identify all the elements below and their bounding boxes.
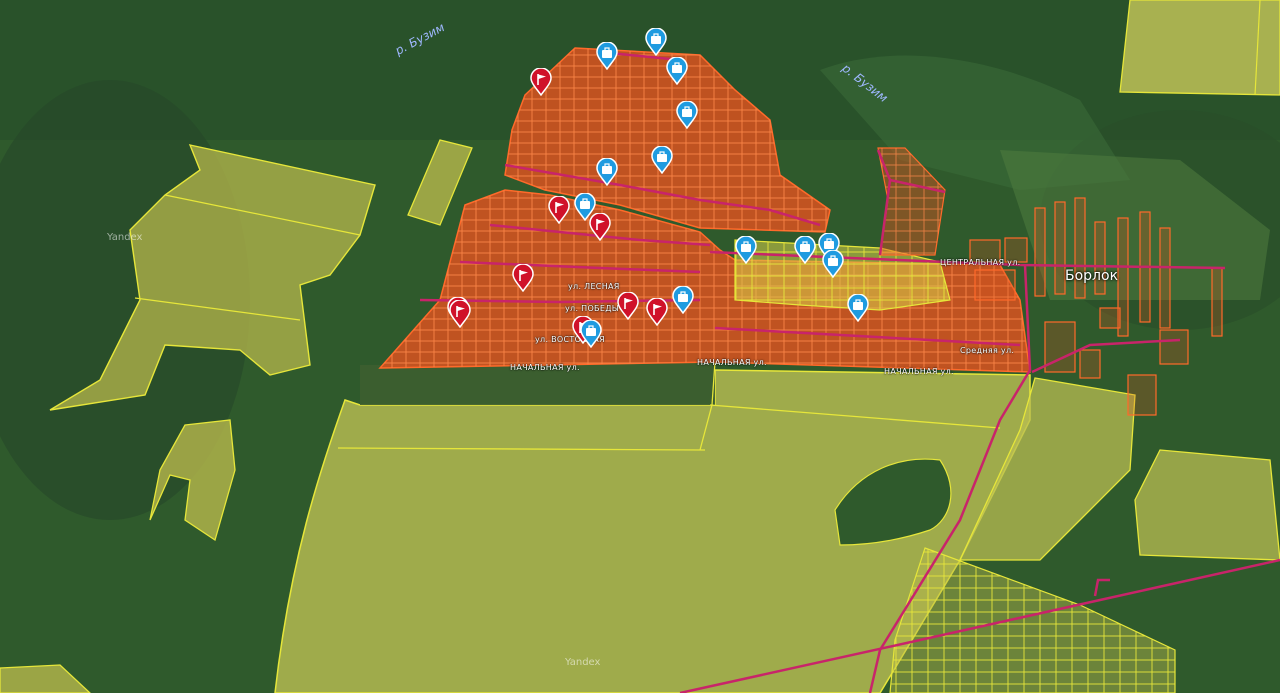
map-layers — [0, 0, 1280, 693]
briefcase-marker[interactable] — [666, 57, 688, 85]
briefcase-marker[interactable] — [580, 320, 602, 348]
briefcase-marker[interactable] — [651, 146, 673, 174]
flag-marker[interactable] — [617, 292, 639, 320]
briefcase-marker[interactable] — [822, 250, 844, 278]
briefcase-marker[interactable] — [574, 193, 596, 221]
flag-marker[interactable] — [530, 68, 552, 96]
briefcase-marker[interactable] — [672, 286, 694, 314]
street-label: ул. ПОБЕДЫ — [565, 304, 620, 313]
briefcase-marker[interactable] — [847, 294, 869, 322]
briefcase-marker[interactable] — [645, 28, 667, 56]
briefcase-marker[interactable] — [596, 158, 618, 186]
map-canvas[interactable]: р. Бузим р. Бузим Борлок НАЧАЛЬНАЯ ул. Н… — [0, 0, 1280, 693]
street-label: ЦЕНТРАЛЬНАЯ ул. — [940, 258, 1021, 267]
watermark: Yandex — [107, 232, 143, 243]
briefcase-marker[interactable] — [596, 42, 618, 70]
flag-marker[interactable] — [646, 298, 668, 326]
watermark: Yandex — [565, 657, 601, 668]
field-east-2 — [1134, 449, 1280, 561]
street-label: НАЧАЛЬНАЯ ул. — [884, 367, 954, 376]
flag-marker[interactable] — [512, 264, 534, 292]
street-label: Средняя ул. — [960, 346, 1015, 355]
street-label: НАЧАЛЬНАЯ ул. — [510, 363, 580, 372]
briefcase-marker[interactable] — [676, 101, 698, 129]
flag-marker[interactable] — [548, 196, 570, 224]
briefcase-marker[interactable] — [794, 236, 816, 264]
settlement-label: Борлок — [1065, 268, 1119, 284]
briefcase-marker[interactable] — [735, 236, 757, 264]
street-label: НАЧАЛЬНАЯ ул. — [697, 358, 767, 367]
street-label: ул. ЛЕСНАЯ — [568, 282, 620, 291]
flag-marker[interactable] — [449, 300, 471, 328]
